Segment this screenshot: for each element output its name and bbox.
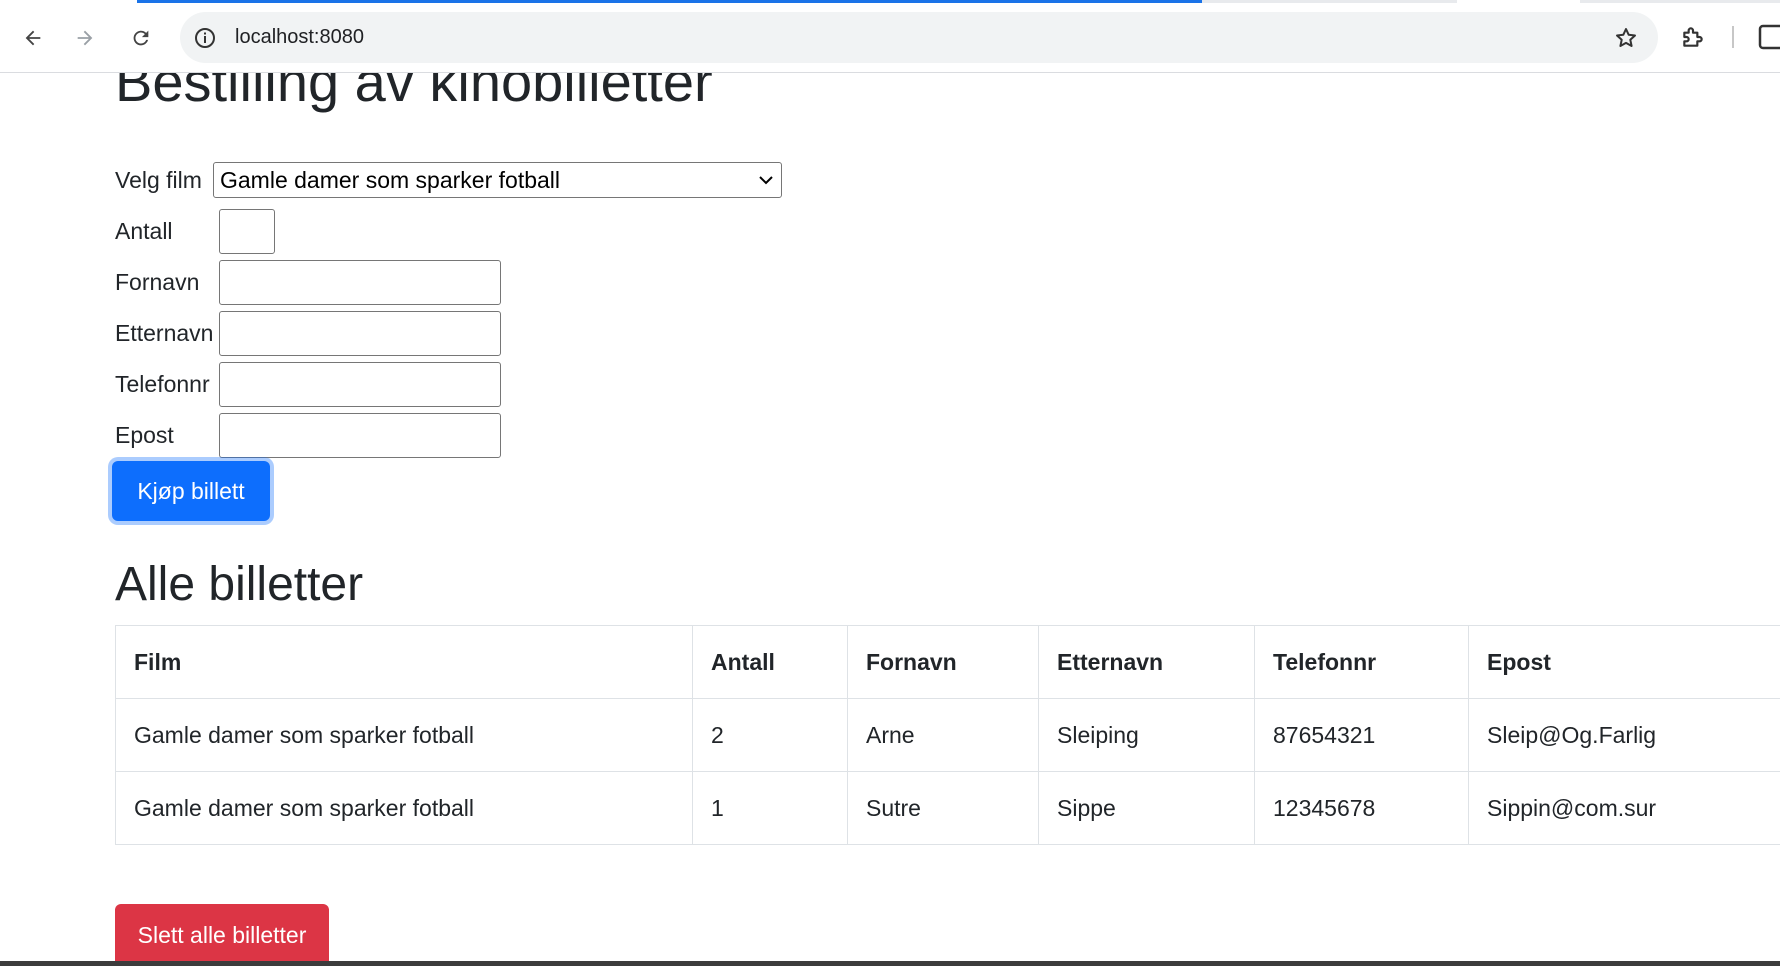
side-panel-icon[interactable] bbox=[1758, 23, 1780, 51]
url-text: localhost:8080 bbox=[235, 26, 364, 48]
cell-etternavn: Sleiping bbox=[1038, 698, 1255, 772]
cell-antall: 1 bbox=[692, 771, 848, 845]
antall-row: Antall bbox=[115, 209, 219, 254]
table-header-row: Film Antall Fornavn Etternavn Telefonnr … bbox=[115, 625, 1780, 699]
film-select[interactable]: Gamle damer som sparker fotball bbox=[213, 162, 782, 198]
address-bar[interactable]: localhost:8080 bbox=[180, 12, 1658, 63]
cell-telefonnr: 87654321 bbox=[1254, 698, 1469, 772]
extensions-puzzle-icon[interactable] bbox=[1676, 20, 1710, 54]
column-header-etternavn: Etternavn bbox=[1038, 625, 1255, 699]
buy-ticket-button[interactable]: Kjøp billett bbox=[112, 461, 270, 521]
tickets-table: Film Antall Fornavn Etternavn Telefonnr … bbox=[115, 625, 1780, 845]
page-content: Bestilling av kinobilletter Velg film Ga… bbox=[0, 73, 1780, 966]
cell-epost: Sleip@Og.Farlig bbox=[1468, 698, 1780, 772]
reload-button[interactable] bbox=[124, 21, 158, 55]
tickets-heading: Alle billetter bbox=[115, 558, 364, 611]
cell-epost: Sippin@com.sur bbox=[1468, 771, 1780, 845]
cell-film: Gamle damer som sparker fotball bbox=[115, 771, 693, 845]
fornavn-row: Fornavn bbox=[115, 260, 219, 305]
bookmark-star-icon[interactable] bbox=[1612, 24, 1640, 52]
fornavn-input[interactable] bbox=[219, 260, 501, 305]
back-button[interactable] bbox=[16, 21, 50, 55]
cell-antall: 2 bbox=[692, 698, 848, 772]
site-info-icon[interactable] bbox=[192, 25, 218, 51]
film-row: Velg film bbox=[115, 162, 219, 198]
page-load-progress bbox=[137, 0, 1202, 3]
toolbar-divider bbox=[1732, 26, 1734, 48]
antall-label: Antall bbox=[115, 218, 173, 244]
column-header-film: Film bbox=[115, 625, 693, 699]
table-row: Gamle damer som sparker fotball 1 Sutre … bbox=[115, 771, 1780, 845]
delete-all-tickets-button[interactable]: Slett alle billetter bbox=[115, 904, 329, 966]
cell-telefonnr: 12345678 bbox=[1254, 771, 1469, 845]
etternavn-row: Etternavn bbox=[115, 311, 219, 356]
etternavn-input[interactable] bbox=[219, 311, 501, 356]
cell-fornavn: Arne bbox=[847, 698, 1039, 772]
fornavn-label: Fornavn bbox=[115, 269, 200, 295]
film-label: Velg film bbox=[115, 166, 202, 193]
forward-button[interactable] bbox=[68, 21, 102, 55]
reload-icon bbox=[133, 30, 149, 46]
taskbar-edge bbox=[0, 961, 1780, 966]
tab-strip-segment bbox=[1202, 0, 1457, 3]
epost-input[interactable] bbox=[219, 413, 501, 458]
arrow-right-icon bbox=[77, 30, 93, 46]
page-title: Bestilling av kinobilletter bbox=[115, 73, 713, 113]
column-header-telefonnr: Telefonnr bbox=[1254, 625, 1469, 699]
cell-fornavn: Sutre bbox=[847, 771, 1039, 845]
column-header-antall: Antall bbox=[692, 625, 848, 699]
epost-label: Epost bbox=[115, 422, 174, 448]
tab-strip-segment bbox=[1580, 0, 1780, 3]
arrow-left-icon bbox=[25, 30, 41, 46]
telefonnr-label: Telefonnr bbox=[115, 371, 210, 397]
etternavn-label: Etternavn bbox=[115, 320, 214, 346]
telefonnr-input[interactable] bbox=[219, 362, 501, 407]
antall-input[interactable] bbox=[219, 209, 275, 254]
epost-row: Epost bbox=[115, 413, 219, 458]
column-header-fornavn: Fornavn bbox=[847, 625, 1039, 699]
browser-toolbar: localhost:8080 bbox=[0, 0, 1780, 73]
telefonnr-row: Telefonnr bbox=[115, 362, 219, 407]
cell-film: Gamle damer som sparker fotball bbox=[115, 698, 693, 772]
table-row: Gamle damer som sparker fotball 2 Arne S… bbox=[115, 698, 1780, 772]
cell-etternavn: Sippe bbox=[1038, 771, 1255, 845]
column-header-epost: Epost bbox=[1468, 625, 1780, 699]
